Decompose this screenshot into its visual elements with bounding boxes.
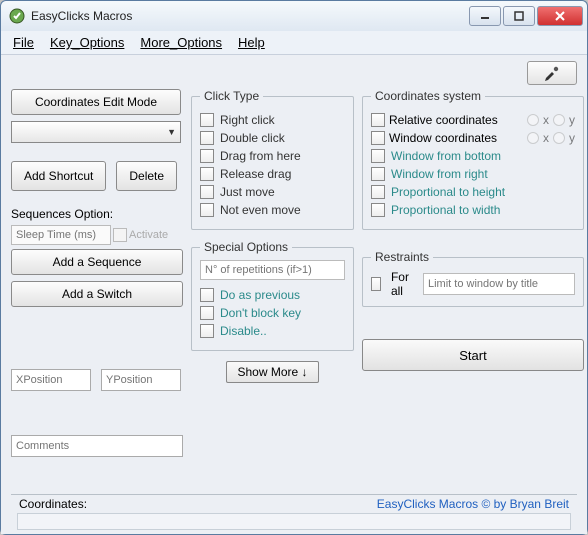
drag-from-here-label: Drag from here: [220, 149, 301, 163]
middle-panel: Click Type Right click Double click Drag…: [191, 89, 354, 494]
right-click-label: Right click: [220, 113, 275, 127]
coordinates-edit-mode-button[interactable]: Coordinates Edit Mode: [11, 89, 181, 115]
window-y-radio[interactable]: [553, 132, 565, 144]
relative-x-radio[interactable]: [527, 114, 539, 126]
relative-coordinates-label: Relative coordinates: [389, 113, 523, 127]
just-move-checkbox[interactable]: [200, 185, 214, 199]
special-options-group: Special Options Do as previous Don't blo…: [191, 240, 354, 351]
disable-checkbox[interactable]: [200, 324, 214, 338]
shortcut-select[interactable]: [11, 121, 181, 143]
repetitions-input[interactable]: [200, 260, 345, 280]
restraints-legend: Restraints: [371, 250, 433, 264]
window-from-right-checkbox[interactable]: [371, 167, 385, 181]
status-strip: [17, 513, 571, 530]
click-type-group: Click Type Right click Double click Drag…: [191, 89, 354, 230]
window-title: EasyClicks Macros: [31, 9, 467, 23]
left-panel: Coordinates Edit Mode Add Shortcut Delet…: [11, 89, 183, 494]
window-from-right-label: Window from right: [391, 167, 488, 181]
xposition-input[interactable]: [11, 369, 91, 391]
special-options-legend: Special Options: [200, 240, 292, 254]
coordinates-system-group: Coordinates system Relative coordinates …: [362, 89, 584, 230]
eyedropper-icon: [543, 65, 561, 81]
right-panel: Coordinates system Relative coordinates …: [362, 89, 584, 494]
window-x-radio[interactable]: [527, 132, 539, 144]
restraints-group: Restraints For all: [362, 250, 584, 307]
sequences-option-label: Sequences Option:: [11, 207, 183, 221]
comments-input[interactable]: [11, 435, 183, 457]
limit-window-input[interactable]: [423, 273, 575, 295]
sleep-time-input[interactable]: [11, 225, 111, 245]
proportional-height-checkbox[interactable]: [371, 185, 385, 199]
menu-help[interactable]: Help: [232, 33, 271, 52]
not-even-move-label: Not even move: [220, 203, 301, 217]
add-switch-button[interactable]: Add a Switch: [11, 281, 183, 307]
credit-label: EasyClicks Macros © by Bryan Breit: [377, 497, 569, 511]
minimize-button[interactable]: [469, 6, 501, 26]
menu-more-options[interactable]: More_Options: [134, 33, 228, 52]
do-as-previous-label: Do as previous: [220, 288, 300, 302]
dont-block-key-label: Don't block key: [220, 306, 301, 320]
click-type-legend: Click Type: [200, 89, 263, 103]
add-sequence-button[interactable]: Add a Sequence: [11, 249, 183, 275]
window-from-bottom-checkbox[interactable]: [371, 149, 385, 163]
statusbar: Coordinates: EasyClicks Macros © by Brya…: [11, 494, 577, 530]
release-drag-label: Release drag: [220, 167, 291, 181]
drag-from-here-checkbox[interactable]: [200, 149, 214, 163]
coordinates-status-label: Coordinates:: [19, 497, 87, 511]
menu-file[interactable]: File: [7, 33, 40, 52]
do-as-previous-checkbox[interactable]: [200, 288, 214, 302]
disable-label: Disable..: [220, 324, 267, 338]
relative-y-radio[interactable]: [553, 114, 565, 126]
app-icon: [9, 8, 25, 24]
double-click-checkbox[interactable]: [200, 131, 214, 145]
dont-block-key-checkbox[interactable]: [200, 306, 214, 320]
proportional-height-label: Proportional to height: [391, 185, 505, 199]
start-button[interactable]: Start: [362, 339, 584, 371]
activate-checkbox[interactable]: [113, 228, 127, 242]
relative-coordinates-checkbox[interactable]: [371, 113, 385, 127]
titlebar[interactable]: EasyClicks Macros: [1, 1, 587, 31]
coordinates-system-legend: Coordinates system: [371, 89, 485, 103]
yposition-input[interactable]: [101, 369, 181, 391]
menu-key-options[interactable]: Key_Options: [44, 33, 130, 52]
for-all-checkbox[interactable]: [371, 277, 381, 291]
delete-button[interactable]: Delete: [116, 161, 177, 191]
for-all-label: For all: [391, 270, 413, 298]
right-click-checkbox[interactable]: [200, 113, 214, 127]
double-click-label: Double click: [220, 131, 285, 145]
not-even-move-checkbox[interactable]: [200, 203, 214, 217]
app-window: EasyClicks Macros File Key_Options More_…: [0, 0, 588, 535]
release-drag-checkbox[interactable]: [200, 167, 214, 181]
just-move-label: Just move: [220, 185, 275, 199]
window-coordinates-label: Window coordinates: [389, 131, 523, 145]
proportional-width-checkbox[interactable]: [371, 203, 385, 217]
menubar: File Key_Options More_Options Help: [1, 31, 587, 55]
picker-tool-button[interactable]: [527, 61, 577, 85]
activate-label: Activate: [129, 229, 168, 241]
window-from-bottom-label: Window from bottom: [391, 149, 501, 163]
client-area: Coordinates Edit Mode Add Shortcut Delet…: [1, 55, 587, 534]
maximize-button[interactable]: [503, 6, 535, 26]
proportional-width-label: Proportional to width: [391, 203, 500, 217]
close-button[interactable]: [537, 6, 583, 26]
show-more-button[interactable]: Show More ↓: [226, 361, 318, 383]
window-controls: [467, 6, 583, 26]
window-coordinates-checkbox[interactable]: [371, 131, 385, 145]
add-shortcut-button[interactable]: Add Shortcut: [11, 161, 106, 191]
